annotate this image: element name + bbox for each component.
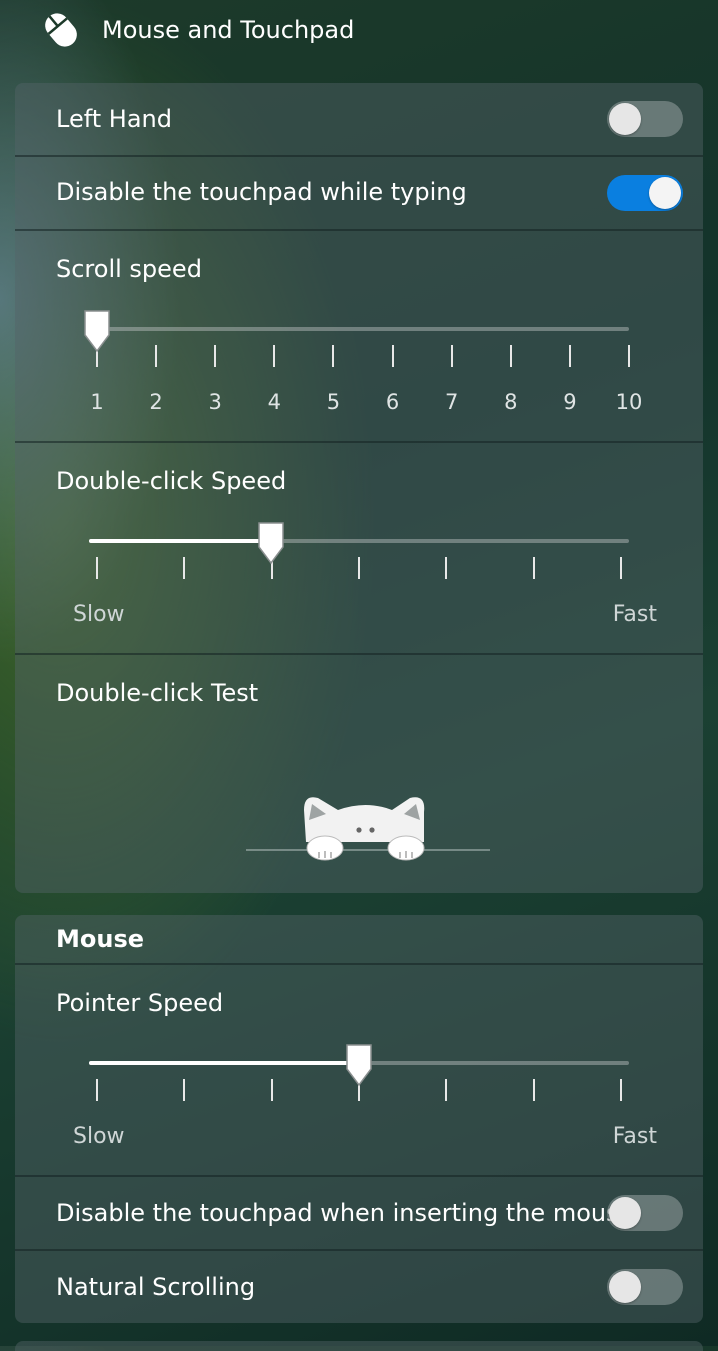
slider-tick	[509, 345, 512, 367]
slider-tick	[358, 557, 360, 579]
slider-track	[97, 327, 629, 331]
mouse-settings-card: Mouse Pointer Speed Slow Fast Disable th…	[15, 915, 703, 1323]
double-click-test-label: Double-click Test	[56, 679, 259, 707]
slider-tick-label: 5	[326, 390, 341, 414]
slider-tick	[273, 345, 276, 367]
slider-tick	[270, 1079, 273, 1101]
slider-tick-label: 4	[267, 390, 282, 414]
double-click-speed-row: Double-click Speed Slow Fast	[15, 443, 703, 655]
mouse-section-header: Mouse	[15, 915, 703, 965]
slider-tick	[450, 345, 453, 367]
slider-tick-label: 3	[208, 390, 222, 414]
page-header: Mouse and Touchpad	[0, 0, 718, 62]
slider-tick-label: 2	[149, 390, 163, 414]
left-hand-row: Left Hand	[15, 83, 703, 157]
scroll-speed-label: Scroll speed	[56, 255, 202, 283]
slider-tick	[445, 1079, 448, 1101]
pointer-speed-label: Pointer Speed	[56, 989, 224, 1017]
scroll-speed-slider[interactable]: 1 2 3 4 5 6 7 8 9 10	[84, 310, 642, 417]
slider-tick	[183, 1079, 186, 1101]
mouse-icon	[45, 13, 77, 47]
disable-while-typing-label: Disable the touchpad while typing	[56, 178, 467, 206]
slider-tick	[96, 557, 98, 579]
slider-tick-label: 9	[563, 390, 577, 414]
toggle-knob	[609, 103, 641, 135]
page-title: Mouse and Touchpad	[102, 16, 355, 44]
toggle-knob	[609, 1197, 641, 1229]
slider-tick	[155, 345, 158, 367]
slider-tick	[183, 557, 186, 579]
slider-tick-label: 8	[504, 390, 518, 414]
slider-tick	[214, 345, 217, 367]
fast-label: Fast	[612, 1124, 657, 1149]
pointer-speed-row: Pointer Speed Slow Fast	[15, 965, 703, 1177]
left-hand-label: Left Hand	[56, 105, 172, 133]
slider-fill	[89, 1061, 359, 1065]
left-hand-toggle[interactable]	[607, 101, 683, 137]
disable-touchpad-mouse-toggle[interactable]	[607, 1195, 683, 1231]
slider-tick-label: 7	[444, 390, 459, 414]
slider-fill	[89, 539, 272, 543]
disable-while-typing-row: Disable the touchpad while typing	[15, 157, 703, 231]
slider-tick-label: 1	[90, 390, 104, 414]
slider-tick	[532, 557, 535, 579]
toggle-knob	[649, 177, 681, 209]
natural-scrolling-toggle[interactable]	[607, 1269, 683, 1305]
scroll-speed-row: Scroll speed 1 2 3 4 5 6 7 8 9 10	[15, 231, 703, 443]
next-card-edge	[15, 1341, 703, 1351]
slider-tick	[620, 557, 622, 579]
slider-tick	[391, 345, 394, 367]
slider-tick	[628, 345, 630, 367]
slider-tick	[96, 1079, 98, 1101]
disable-while-typing-toggle[interactable]	[607, 175, 683, 211]
slider-handle[interactable]	[344, 1043, 374, 1087]
disable-touchpad-mouse-row: Disable the touchpad when inserting the …	[15, 1177, 703, 1251]
slider-tick	[332, 345, 335, 367]
slider-tick	[532, 1079, 535, 1101]
cat-peek-icon[interactable]	[246, 790, 492, 870]
toggle-knob	[609, 1271, 641, 1303]
slider-tick	[445, 557, 448, 579]
double-click-speed-slider[interactable]: Slow Fast	[73, 522, 657, 629]
slow-label: Slow	[73, 602, 125, 627]
slider-tick	[568, 345, 571, 367]
slider-handle[interactable]	[256, 521, 286, 565]
double-click-speed-label: Double-click Speed	[56, 467, 287, 495]
natural-scrolling-row: Natural Scrolling	[15, 1251, 703, 1323]
slider-handle[interactable]	[82, 309, 112, 353]
pointer-speed-slider[interactable]: Slow Fast	[73, 1044, 657, 1151]
mouse-section-title: Mouse	[56, 925, 145, 953]
disable-touchpad-mouse-label: Disable the touchpad when inserting the …	[56, 1199, 634, 1227]
slider-tick	[620, 1079, 622, 1101]
slow-label: Slow	[73, 1124, 125, 1149]
slider-tick-label: 6	[385, 390, 400, 414]
fast-label: Fast	[612, 602, 657, 627]
natural-scrolling-label: Natural Scrolling	[56, 1273, 256, 1301]
slider-tick-label: 10	[615, 390, 643, 414]
general-settings-card: Left Hand Disable the touchpad while typ…	[15, 83, 703, 893]
